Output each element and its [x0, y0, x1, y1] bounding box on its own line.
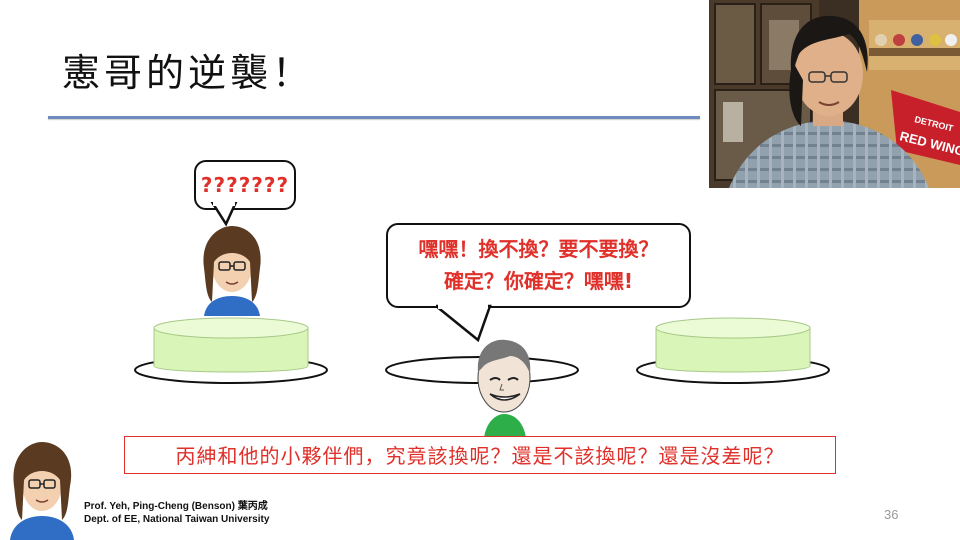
- slide-page-number: 36: [884, 507, 899, 522]
- mii-avatar-center-left: [203, 226, 261, 316]
- webcam-scene: DETROIT RED WINGS: [709, 0, 960, 188]
- slide-title: 憲哥的逆襲！: [62, 51, 315, 95]
- presenter-affiliation: Dept. of EE, National Taiwan University: [84, 514, 270, 525]
- presenter-mii-logo: [10, 442, 74, 540]
- speech-bubble-question-text: ???????: [200, 173, 290, 197]
- presenter-credit: Prof. Yeh, Ping-Cheng (Benson) 葉丙成 Dept.…: [84, 500, 269, 526]
- door-box-1[interactable]: [130, 310, 334, 386]
- question-caption: 丙紳和他的小夥伴們，究竟該換呢？還是不該換呢？還是沒差呢？: [124, 436, 836, 474]
- speech-bubble-host: 嘿嘿！換不換？要不要換？ 確定？你確定？嘿嘿!: [386, 223, 691, 308]
- speech-bubble-host-line2: 確定？你確定？嘿嘿!: [443, 269, 634, 293]
- presenter-name: Prof. Yeh, Ping-Cheng (Benson) 葉丙成: [84, 501, 268, 512]
- speech-bubble-host-line1: 嘿嘿！換不換？要不要換？: [418, 237, 659, 261]
- title-divider: [48, 116, 700, 119]
- webcam-video: DETROIT RED WINGS: [709, 0, 960, 188]
- host-character: [477, 339, 531, 438]
- door-box-3[interactable]: [632, 310, 836, 386]
